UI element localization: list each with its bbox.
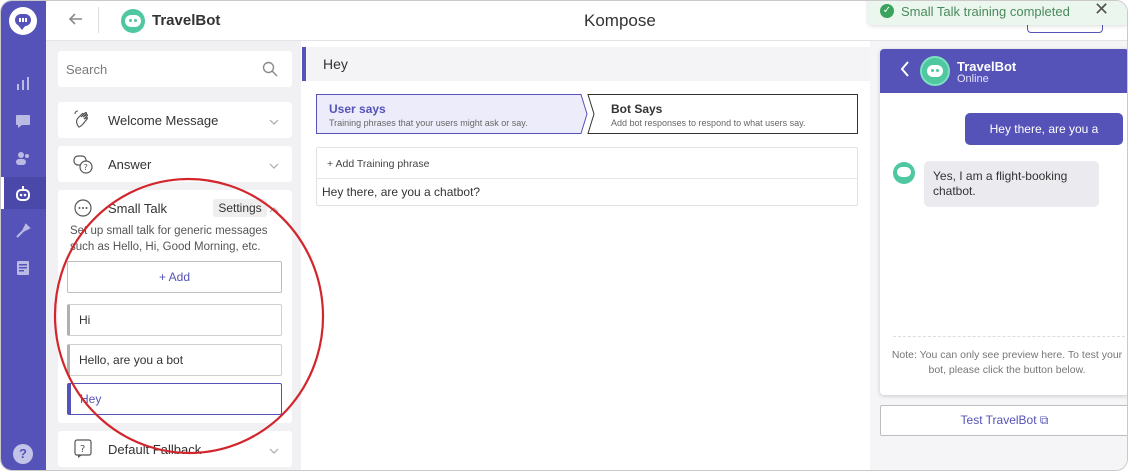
- tab-bot-says[interactable]: Bot Says: [611, 102, 662, 116]
- preview-note: Note: You can only see preview here. To …: [891, 349, 1123, 376]
- search-input[interactable]: Search: [58, 51, 292, 87]
- search-placeholder: Search: [66, 62, 108, 77]
- nav-rail: ?: [1, 1, 46, 470]
- question-bubble-icon: ?: [72, 153, 94, 175]
- tab-user-says[interactable]: User says: [329, 102, 386, 116]
- svg-text:?: ?: [84, 163, 88, 172]
- header-bot-name: TravelBot: [152, 12, 221, 29]
- bot-avatar-icon: [893, 162, 915, 184]
- preview-bot-status: Online: [957, 73, 989, 85]
- user-message: Hey there, are you a chatbot?: [965, 113, 1123, 168]
- divider: [317, 178, 857, 179]
- chevron-down-icon[interactable]: [269, 114, 279, 125]
- training-phrases-box: + Add Training phrase Hey there, are you…: [316, 147, 858, 206]
- small-talk-description: Set up small talk for generic messages s…: [70, 225, 268, 253]
- add-small-talk-button[interactable]: + Add: [67, 261, 282, 293]
- app-window: ? TravelBot Kompose ✓ Small Talk trainin…: [0, 0, 1128, 471]
- intent-name-bar[interactable]: Hey: [302, 47, 872, 81]
- users-icon[interactable]: [14, 149, 32, 167]
- tab-user-says-subtitle: Training phrases that your users might a…: [329, 118, 528, 128]
- check-circle-icon: ✓: [880, 4, 894, 18]
- small-talk-item[interactable]: Hi: [67, 304, 282, 336]
- add-training-phrase-button[interactable]: + Add Training phrase: [327, 158, 429, 170]
- divider: [893, 336, 1125, 337]
- section-label: Answer: [108, 157, 152, 172]
- chat-preview: TravelBot Online Hey there, are you a ch…: [880, 49, 1127, 395]
- settings-button[interactable]: Settings: [213, 199, 267, 217]
- tab-bot-says-subtitle: Add bot responses to respond to what use…: [611, 118, 806, 128]
- top-header: TravelBot Kompose ✓ Small Talk training …: [46, 1, 1127, 41]
- question-box-icon: ?: [72, 438, 94, 460]
- page-title: Kompose: [584, 11, 656, 30]
- bot-avatar-icon: [121, 9, 145, 33]
- analytics-icon[interactable]: [14, 75, 32, 93]
- conversations-icon[interactable]: [14, 112, 32, 130]
- integrations-icon[interactable]: [14, 222, 32, 240]
- intent-sidebar: Search Welcome Message ? Answer Small Ta…: [46, 41, 301, 470]
- step-tabs: User says Training phrases that your use…: [316, 94, 858, 134]
- preview-bot-name: TravelBot: [957, 59, 1017, 74]
- kommunicate-logo[interactable]: [9, 7, 37, 35]
- section-label: Welcome Message: [108, 113, 219, 128]
- chevron-down-icon[interactable]: [269, 158, 279, 169]
- chevron-down-icon[interactable]: [269, 443, 279, 454]
- wave-hand-icon: [72, 109, 94, 131]
- chat-dots-icon: [72, 197, 94, 219]
- help-icon[interactable]: ?: [13, 444, 33, 464]
- reports-icon[interactable]: [14, 259, 32, 277]
- section-welcome-message[interactable]: Welcome Message: [58, 102, 292, 138]
- chevron-left-icon[interactable]: [899, 60, 911, 78]
- toast-message: Small Talk training completed: [901, 4, 1070, 19]
- intent-name: Hey: [323, 56, 348, 72]
- preview-header: TravelBot Online: [880, 49, 1127, 93]
- section-small-talk: Small Talk Settings Set up small talk fo…: [58, 190, 292, 423]
- intent-editor: Hey User says Training phrases that your…: [301, 41, 872, 470]
- chevron-up-icon[interactable]: [269, 202, 279, 213]
- section-answer[interactable]: ? Answer: [58, 146, 292, 182]
- success-toast: ✓ Small Talk training completed ✕: [868, 1, 1127, 25]
- section-label: Default Fallback: [108, 442, 202, 457]
- svg-text:?: ?: [80, 444, 85, 455]
- bot-message: Yes, I am a flight-booking chatbot.: [924, 161, 1099, 207]
- small-talk-item-active[interactable]: Hey: [67, 383, 282, 415]
- close-icon[interactable]: ✕: [1094, 1, 1109, 20]
- search-icon[interactable]: [262, 61, 278, 77]
- bot-avatar-icon: [920, 56, 950, 86]
- back-arrow-icon[interactable]: [66, 9, 86, 29]
- test-bot-button[interactable]: Test TravelBot ⧉: [880, 405, 1127, 436]
- header-divider: [98, 7, 99, 33]
- section-default-fallback[interactable]: ? Default Fallback: [58, 431, 292, 467]
- section-label: Small Talk: [108, 201, 168, 216]
- bot-icon[interactable]: [14, 185, 32, 203]
- training-phrase[interactable]: Hey there, are you a chatbot?: [322, 185, 480, 199]
- small-talk-item[interactable]: Hello, are you a bot: [67, 344, 282, 376]
